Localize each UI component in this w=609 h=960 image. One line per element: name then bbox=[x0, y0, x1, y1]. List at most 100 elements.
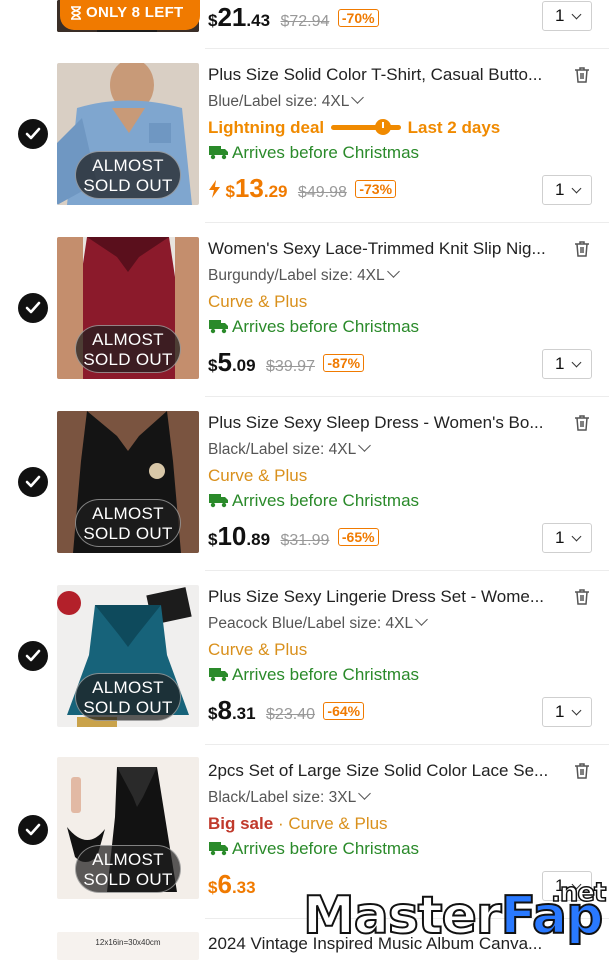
variant-selector[interactable]: Black/Label size: 3XL bbox=[208, 787, 372, 807]
variant-selector[interactable]: Black/Label size: 4XL bbox=[208, 439, 372, 459]
original-price: $72.94 bbox=[280, 13, 330, 30]
original-price: $39.97 bbox=[266, 358, 315, 375]
clock-icon bbox=[374, 118, 391, 135]
chevron-down-icon bbox=[571, 183, 582, 194]
original-price: $49.98 bbox=[297, 184, 347, 201]
arrival-info: Arrives before Christmas bbox=[208, 143, 419, 163]
checkmark-icon bbox=[25, 127, 41, 140]
deal-line: Lightning deal Last 2 days bbox=[208, 118, 500, 138]
product-title[interactable]: 2pcs Set of Large Size Solid Color Lace … bbox=[208, 761, 563, 781]
product-title[interactable]: Plus Size Solid Color T-Shirt, Casual Bu… bbox=[208, 65, 563, 85]
arrival-info: Arrives before Christmas bbox=[208, 839, 419, 859]
product-title[interactable]: Plus Size Sexy Lingerie Dress Set - Wome… bbox=[208, 587, 563, 607]
category-tag: Curve & Plus bbox=[208, 292, 308, 311]
sold-out-badge: ALMOST SOLD OUT bbox=[75, 499, 181, 547]
select-checkbox[interactable] bbox=[18, 641, 48, 671]
discount-badge: -65% bbox=[337, 528, 379, 546]
select-checkbox[interactable] bbox=[18, 119, 48, 149]
checkmark-icon bbox=[25, 301, 41, 314]
variant-selector[interactable]: Burgundy/Label size: 4XL bbox=[208, 265, 400, 285]
arrival-info: Arrives before Christmas bbox=[208, 665, 419, 685]
product-thumbnail[interactable]: 12x16in=30x40cm bbox=[57, 932, 199, 960]
lightning-deal-label: Lightning deal bbox=[208, 118, 325, 137]
trash-icon[interactable] bbox=[572, 239, 592, 259]
tag-line: Big sale · Curve & Plus bbox=[208, 814, 388, 834]
category-tag: Curve & Plus bbox=[288, 814, 388, 833]
checkmark-icon bbox=[25, 649, 41, 662]
separator: · bbox=[277, 814, 284, 833]
price-whole: 21 bbox=[217, 2, 247, 32]
quantity-select[interactable]: 1 bbox=[542, 523, 592, 553]
deal-timer-bar bbox=[330, 118, 401, 135]
cart-item: ALMOST SOLD OUT Plus Size Solid Color T-S… bbox=[0, 48, 609, 222]
discount-badge: -73% bbox=[355, 180, 397, 198]
truck-icon bbox=[209, 668, 228, 682]
variant-selector[interactable]: Blue/Label size: 4XL bbox=[208, 91, 365, 111]
sold-out-badge: ALMOST SOLD OUT bbox=[75, 673, 181, 721]
truck-icon bbox=[209, 494, 228, 508]
cart-item-top: ONLY 8 LEFT $21.43 $72.94 -70% 1 bbox=[0, 0, 609, 48]
original-price: $23.40 bbox=[266, 706, 315, 723]
watermark: MasterFap .net bbox=[302, 877, 607, 947]
price: $21.43 $72.94 -70% bbox=[208, 2, 379, 33]
product-title[interactable]: Women's Sexy Lace-Trimmed Knit Slip Nig.… bbox=[208, 239, 563, 259]
quantity-value: 1 bbox=[555, 6, 565, 25]
select-checkbox[interactable] bbox=[18, 815, 48, 845]
category-tag: Curve & Plus bbox=[208, 640, 308, 659]
thumbnail-caption: 12x16in=30x40cm bbox=[95, 938, 161, 947]
arrival-info: Arrives before Christmas bbox=[208, 491, 419, 511]
variant-selector[interactable]: Peacock Blue/Label size: 4XL bbox=[208, 613, 428, 633]
arrival-info: Arrives before Christmas bbox=[208, 317, 419, 337]
product-thumbnail[interactable]: ALMOST SOLD OUT bbox=[57, 757, 199, 899]
variant-label: Black/Label size: 3XL bbox=[208, 789, 357, 806]
deal-time-left: Last 2 days bbox=[407, 118, 501, 137]
price: $5.09 $39.97 -87% bbox=[208, 347, 365, 378]
trash-icon[interactable] bbox=[572, 587, 592, 607]
variant-label: Black/Label size: 4XL bbox=[208, 441, 357, 458]
chevron-down-icon bbox=[358, 439, 372, 452]
select-checkbox[interactable] bbox=[18, 467, 48, 497]
quantity-select[interactable]: 1 bbox=[542, 349, 592, 379]
stock-badge-label: ONLY 8 LEFT bbox=[86, 4, 184, 21]
lightning-icon bbox=[209, 180, 220, 198]
product-thumbnail[interactable]: ALMOST SOLD OUT bbox=[57, 63, 199, 205]
variant-label: Burgundy/Label size: 4XL bbox=[208, 267, 385, 284]
chevron-down-icon bbox=[571, 9, 582, 20]
original-price: $31.99 bbox=[280, 532, 330, 549]
product-thumbnail[interactable]: ALMOST SOLD OUT bbox=[57, 237, 199, 379]
cart-item: ALMOST SOLD OUT Plus Size Sexy Sleep Dres… bbox=[0, 396, 609, 570]
quantity-select[interactable]: 1 bbox=[542, 697, 592, 727]
big-sale-label: Big sale bbox=[208, 814, 274, 833]
discount-badge: -70% bbox=[337, 9, 379, 27]
price: $6.33 bbox=[208, 869, 256, 899]
price: $13.29 $49.98 -73% bbox=[208, 173, 397, 204]
product-title[interactable]: Plus Size Sexy Sleep Dress - Women's Bo.… bbox=[208, 413, 563, 433]
trash-icon[interactable] bbox=[572, 65, 592, 85]
trash-icon[interactable] bbox=[572, 761, 592, 781]
trash-icon[interactable] bbox=[572, 413, 592, 433]
select-checkbox[interactable] bbox=[18, 293, 48, 323]
product-thumbnail[interactable]: ALMOST SOLD OUT bbox=[57, 411, 199, 553]
quantity-select[interactable]: 1 bbox=[542, 175, 592, 205]
cart-item: ALMOST SOLD OUT Women's Sexy Lace-Trimmed… bbox=[0, 222, 609, 396]
truck-icon bbox=[209, 842, 228, 856]
chevron-down-icon bbox=[415, 613, 428, 626]
variant-label: Peacock Blue/Label size: 4XL bbox=[208, 615, 414, 632]
stock-badge: ONLY 8 LEFT bbox=[60, 0, 200, 30]
checkmark-icon bbox=[25, 823, 41, 836]
price-cents: .43 bbox=[246, 11, 271, 30]
sold-out-badge: ALMOST SOLD OUT bbox=[75, 151, 181, 199]
sold-out-badge: ALMOST SOLD OUT bbox=[75, 845, 181, 893]
chevron-down-icon bbox=[351, 91, 365, 104]
quantity-select[interactable]: 1 bbox=[542, 1, 592, 31]
variant-label: Blue/Label size: 4XL bbox=[208, 93, 350, 110]
price: $10.89 $31.99 -65% bbox=[208, 521, 379, 552]
sold-out-badge: ALMOST SOLD OUT bbox=[75, 325, 181, 373]
chevron-down-icon bbox=[571, 705, 582, 716]
product-thumbnail[interactable]: ALMOST SOLD OUT bbox=[57, 585, 199, 727]
chevron-down-icon bbox=[386, 265, 400, 278]
discount-badge: -64% bbox=[323, 702, 365, 720]
truck-icon bbox=[209, 320, 228, 334]
category-tag: Curve & Plus bbox=[208, 466, 308, 485]
truck-icon bbox=[209, 146, 228, 160]
